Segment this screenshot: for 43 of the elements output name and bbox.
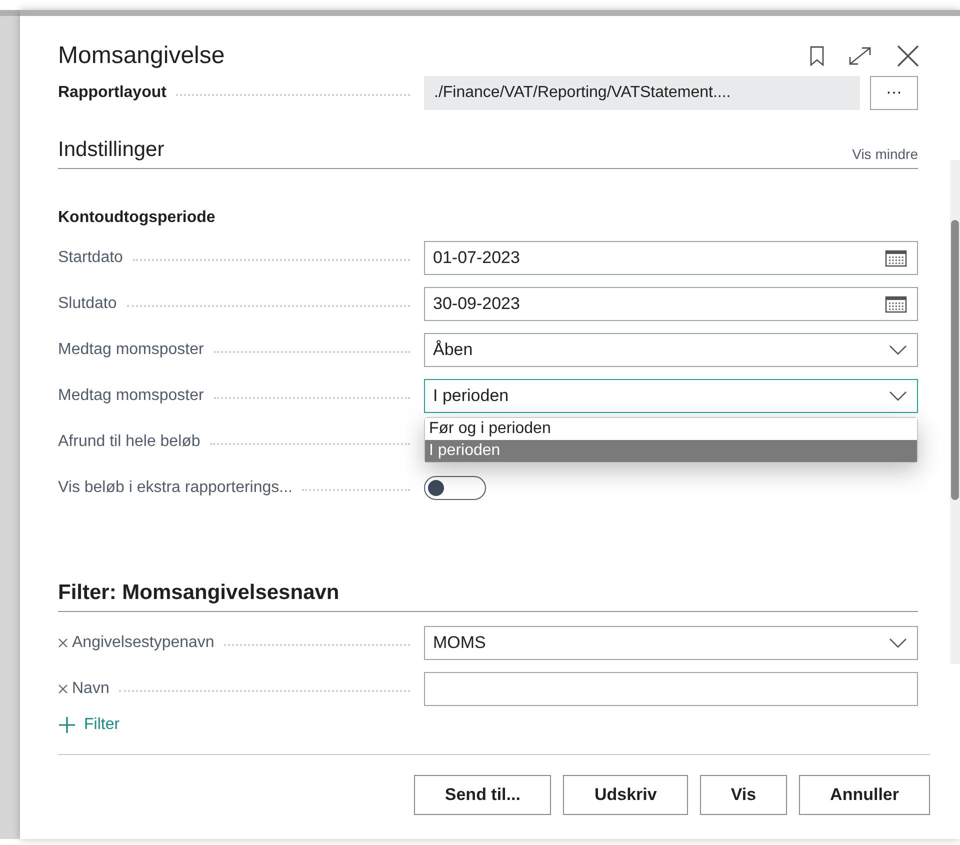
plus-icon	[58, 716, 76, 734]
remove-filter-icon[interactable]	[58, 638, 68, 648]
dialog-button[interactable]: Send til...	[414, 775, 552, 815]
dropdown-option[interactable]: I perioden	[425, 440, 917, 462]
chevron-down-icon[interactable]	[889, 638, 907, 648]
field-label: Vis beløb i ekstra rapporterings...	[58, 479, 292, 497]
expand-icon[interactable]	[848, 46, 872, 66]
calendar-icon[interactable]	[885, 295, 907, 313]
section-heading: Filter: Momsangivelsesnavn	[58, 581, 340, 605]
date-field[interactable]: 30-09-2023	[424, 287, 918, 321]
more-button[interactable]: ···	[870, 76, 918, 110]
bookmark-icon[interactable]	[810, 46, 824, 66]
close-icon[interactable]	[896, 44, 920, 68]
section-heading: Indstillinger	[58, 138, 164, 162]
field-label: Startdato	[58, 249, 123, 267]
date-field[interactable]: 01-07-2023	[424, 241, 918, 275]
field-label: Medtag momsposter	[58, 387, 204, 405]
dropdown-option[interactable]: Før og i perioden	[425, 418, 917, 440]
group-label: Kontoudtogsperiode	[58, 209, 216, 227]
dropdown-field[interactable]: MOMS	[424, 626, 918, 660]
field-label: Angivelsestypenavn	[72, 634, 214, 652]
field-label: Afrund til hele beløb	[58, 433, 200, 451]
toggle-switch[interactable]	[424, 476, 486, 500]
show-less-link[interactable]: Vis mindre	[852, 146, 918, 162]
dialog-button[interactable]: Udskriv	[563, 775, 688, 815]
field-label: Rapportlayout	[58, 84, 166, 102]
field-label: Slutdato	[58, 295, 117, 313]
dropdown-field[interactable]: I perioden	[424, 379, 918, 413]
input-field[interactable]	[424, 672, 918, 706]
field-label: Medtag momsposter	[58, 341, 204, 359]
dialog-button[interactable]: Vis	[700, 775, 788, 815]
dialog-button[interactable]: Annuller	[799, 775, 930, 815]
chevron-down-icon[interactable]	[889, 391, 907, 401]
remove-filter-icon[interactable]	[58, 684, 68, 694]
chevron-down-icon[interactable]	[889, 345, 907, 355]
scrollbar[interactable]	[950, 160, 960, 664]
dropdown-field[interactable]: Åben	[424, 333, 918, 367]
dialog-title: Momsangivelse	[58, 42, 226, 70]
add-filter-button[interactable]: Filter	[58, 716, 120, 734]
readonly-field: ./Finance/VAT/Reporting/VATStatement....	[424, 76, 860, 110]
field-label: Navn	[72, 680, 110, 698]
scrollbar-thumb[interactable]	[951, 220, 959, 500]
calendar-icon[interactable]	[885, 249, 907, 267]
